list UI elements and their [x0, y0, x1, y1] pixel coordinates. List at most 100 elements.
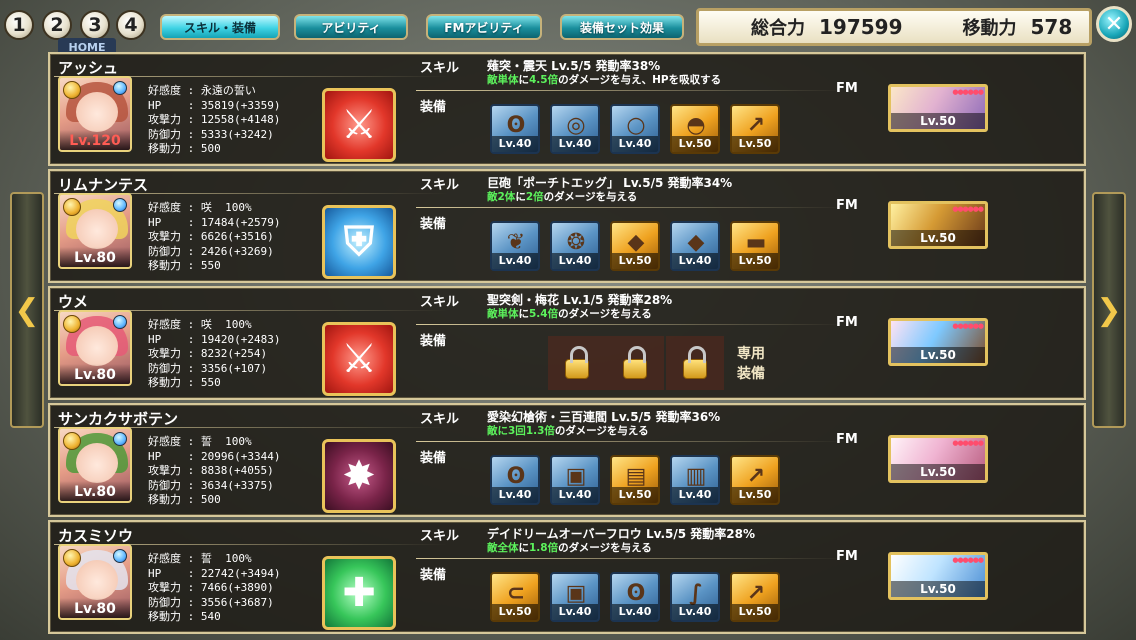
character-portrait[interactable]: Lv.80 — [58, 544, 132, 620]
equip-slot[interactable]: ❦ Lv.40 — [490, 221, 540, 271]
fm-level: Lv.50 — [891, 113, 985, 129]
movement-label: 移動力 — [148, 259, 181, 272]
colon: : — [181, 478, 201, 492]
equip-slot[interactable]: ↗ Lv.50 — [730, 572, 780, 622]
affinity-label: 好感度 — [148, 84, 181, 97]
equip-level: Lv.50 — [612, 253, 658, 269]
equip-slot[interactable]: ⊂ Lv.50 — [490, 572, 540, 622]
colon: : — [181, 230, 201, 243]
skill-target: 敵単体 — [487, 308, 519, 320]
skill-divider — [416, 324, 846, 325]
character-portrait[interactable]: Lv.80 — [58, 427, 132, 503]
rarity-coin-icon — [63, 315, 81, 333]
equip-level: Lv.50 — [732, 253, 778, 269]
movement-value: 550 — [200, 259, 221, 272]
lock-icon — [565, 346, 589, 379]
movement-label: 移動力 — [148, 142, 181, 155]
character-row[interactable]: サンカクサボテン Lv.80 好感度 : 誓 100% HP : 20996(+… — [48, 403, 1086, 517]
team-4-button[interactable]: 4 — [116, 10, 146, 40]
fm-label: FM — [836, 315, 858, 330]
character-portrait[interactable]: Lv.80 — [58, 193, 132, 269]
movement-value: 500 — [200, 142, 221, 155]
character-row[interactable]: アッシュ Lv.120 好感度 : 永遠の誓い HP : 35819(+3359… — [48, 52, 1086, 166]
team-1-button[interactable]: 1 — [4, 10, 34, 40]
character-row[interactable]: ウメ Lv.80 好感度 : 咲 100% HP : 19420(+2483) … — [48, 286, 1086, 400]
cross-icon[interactable]: ✚ — [322, 556, 396, 630]
rarity-stars-icon: ●●●●●● — [952, 322, 984, 330]
affinity-value: 咲 100% — [200, 201, 252, 214]
fm-card[interactable]: ●●●●●● Lv.50 — [888, 435, 988, 483]
equip-slot[interactable]: ʘ Lv.40 — [610, 572, 660, 622]
close-icon[interactable]: ✕ — [1096, 6, 1132, 42]
tab-equip-set-effect[interactable]: 装備セット効果 — [560, 14, 684, 40]
equip-slot[interactable]: ◆ Lv.40 — [670, 221, 720, 271]
dark-blade-icon[interactable]: ✸ — [322, 439, 396, 513]
equip-level: Lv.40 — [672, 604, 718, 620]
equip-slot[interactable]: ○ Lv.40 — [610, 104, 660, 154]
tab-fm-ability[interactable]: FMアビリティ — [426, 14, 542, 40]
equip-slot[interactable]: ◎ Lv.40 — [550, 104, 600, 154]
skill-divider — [416, 207, 846, 208]
affinity-value: 誓 100% — [200, 435, 252, 448]
character-row[interactable]: リムナンテス Lv.80 好感度 : 咲 100% HP : 17484(+25… — [48, 169, 1086, 283]
skill-multiplier: 1.3倍 — [525, 425, 555, 437]
tab-ability[interactable]: アビリティ — [294, 14, 408, 40]
movement-value: 540 — [200, 610, 221, 623]
colon: : — [181, 84, 201, 97]
skill-description: 敵単体に5.4倍のダメージを与える — [487, 306, 652, 321]
character-name: サンカクサボテン — [58, 410, 179, 428]
equip-slot[interactable]: ∫ Lv.40 — [670, 572, 720, 622]
movement-value: 578 — [1030, 15, 1073, 39]
tab-skill-equip[interactable]: スキル・装備 — [160, 14, 280, 40]
equip-slot[interactable]: ◆ Lv.50 — [610, 221, 660, 271]
attack-label: 攻撃力 — [148, 464, 181, 477]
equip-slot[interactable]: ▤ Lv.50 — [610, 455, 660, 505]
equip-slot[interactable]: ▣ Lv.40 — [550, 572, 600, 622]
team-3-button[interactable]: 3 — [80, 10, 110, 40]
equip-slot[interactable]: ❂ Lv.40 — [550, 221, 600, 271]
shield-icon[interactable]: ⛨ — [322, 205, 396, 279]
character-portrait[interactable]: Lv.120 — [58, 76, 132, 152]
lock-icon — [683, 346, 707, 379]
equip-slot[interactable]: ▣ Lv.40 — [550, 455, 600, 505]
equip-slot[interactable]: ↗ Lv.50 — [730, 104, 780, 154]
affinity-label: 好感度 — [148, 435, 181, 448]
character-row[interactable]: カスミソウ Lv.80 好感度 : 誓 100% HP : 22742(+349… — [48, 520, 1086, 634]
fm-card[interactable]: ●●●●●● Lv.50 — [888, 318, 988, 366]
team-2-button[interactable]: 2 — [42, 10, 72, 40]
colon: : — [161, 215, 201, 229]
equip-slot[interactable]: ↗ Lv.50 — [730, 455, 780, 505]
fm-label: FM — [836, 549, 858, 564]
rarity-coin-icon — [63, 549, 81, 567]
fm-level: Lv.50 — [891, 581, 985, 597]
fm-card[interactable]: ●●●●●● Lv.50 — [888, 201, 988, 249]
equip-level: Lv.40 — [552, 604, 598, 620]
equip-slot[interactable]: ▬ Lv.50 — [730, 221, 780, 271]
sword-icon[interactable]: ⚔ — [322, 322, 396, 396]
fm-card[interactable]: ●●●●●● Lv.50 — [888, 552, 988, 600]
colon: : — [181, 259, 201, 272]
character-portrait[interactable]: Lv.80 — [58, 310, 132, 386]
rarity-stars-icon: ●●●●●● — [952, 88, 984, 96]
equip-level: Lv.50 — [732, 604, 778, 620]
sword-icon[interactable]: ⚔ — [322, 88, 396, 162]
equip-slot[interactable]: ʘ Lv.40 — [490, 104, 540, 154]
fm-card[interactable]: ●●●●●● Lv.50 — [888, 84, 988, 132]
equip-label: 装備 — [420, 217, 447, 232]
colon: : — [181, 595, 201, 609]
attack-label: 攻撃力 — [148, 230, 181, 243]
colon: : — [181, 113, 201, 126]
equip-slot[interactable]: ʘ Lv.40 — [490, 455, 540, 505]
equip-slot[interactable]: ▥ Lv.40 — [670, 455, 720, 505]
fm-level: Lv.50 — [891, 230, 985, 246]
exclusive-equip-label: 専用装備 — [737, 346, 765, 382]
total-power-label: 総合力 — [751, 18, 805, 39]
affinity-value: 咲 100% — [200, 318, 252, 331]
prev-page-arrow-icon[interactable]: ❮ — [10, 192, 44, 428]
hp-value: 35819(+3359) — [201, 98, 281, 112]
locked-slot — [548, 336, 606, 390]
next-page-arrow-icon[interactable]: ❯ — [1092, 192, 1126, 428]
attack-value: 12558(+4148) — [200, 113, 281, 126]
movement-value: 550 — [200, 376, 221, 389]
equip-slot[interactable]: ◓ Lv.50 — [670, 104, 720, 154]
